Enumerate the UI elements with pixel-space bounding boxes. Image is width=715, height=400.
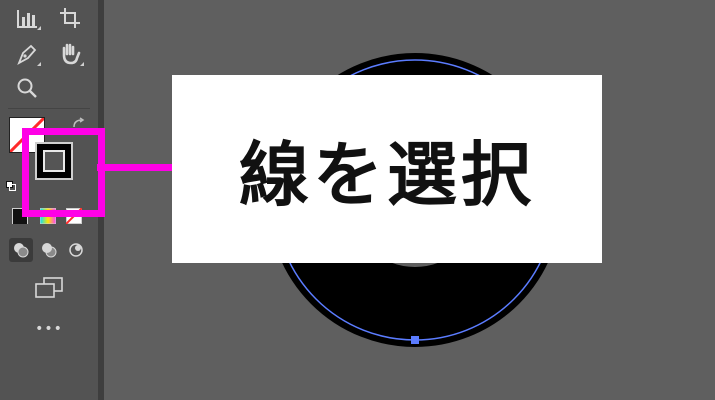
draw-inside-icon bbox=[69, 243, 83, 257]
default-fill-stroke-icon bbox=[6, 181, 16, 191]
column-graph-tool[interactable] bbox=[12, 3, 42, 33]
callout-text: 線を選択 bbox=[239, 133, 535, 216]
artboard-icon bbox=[60, 8, 80, 28]
default-colors[interactable] bbox=[6, 176, 16, 191]
toolbar-divider bbox=[8, 108, 90, 109]
hand-icon bbox=[62, 43, 81, 65]
flyout-indicator-icon bbox=[80, 62, 84, 66]
callout-label: 線を選択 bbox=[172, 75, 602, 263]
draw-inside[interactable] bbox=[64, 238, 88, 262]
more-icon: ••• bbox=[35, 321, 63, 337]
artboard-tool[interactable] bbox=[55, 3, 85, 33]
pen-tool[interactable] bbox=[12, 39, 42, 69]
magnifier-icon bbox=[17, 78, 37, 98]
pen-icon bbox=[17, 44, 37, 66]
draw-normal[interactable] bbox=[9, 238, 33, 262]
stroke-highlight-box bbox=[22, 128, 105, 217]
draw-normal-icon bbox=[14, 243, 29, 258]
screen-mode-icon bbox=[35, 277, 63, 298]
flyout-indicator-icon bbox=[37, 62, 41, 66]
draw-behind-icon bbox=[42, 243, 57, 258]
draw-behind[interactable] bbox=[37, 238, 61, 262]
change-screen-mode[interactable] bbox=[32, 274, 66, 302]
flyout-indicator-icon bbox=[37, 26, 41, 30]
edit-toolbar[interactable]: ••• bbox=[34, 318, 64, 340]
hand-tool[interactable] bbox=[55, 39, 85, 69]
anchor-point[interactable] bbox=[411, 336, 419, 344]
zoom-tool[interactable] bbox=[12, 73, 42, 103]
bar-chart-icon bbox=[17, 10, 37, 28]
